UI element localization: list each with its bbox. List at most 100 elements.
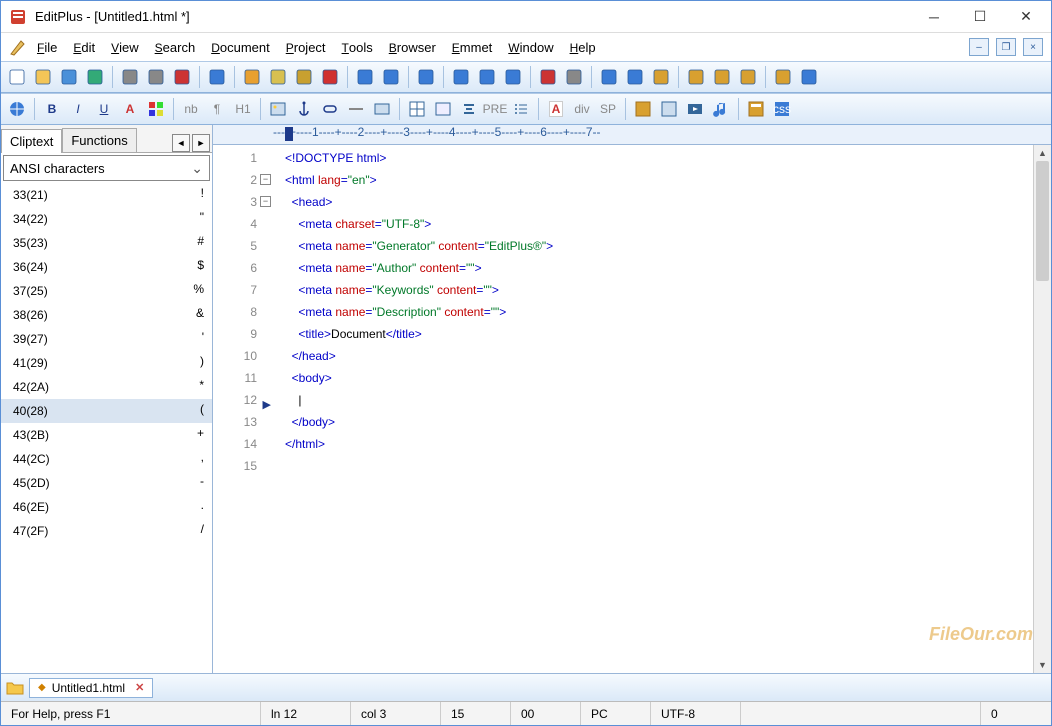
center-button[interactable] [457,97,481,121]
char-list[interactable]: 33(21)!34(22)"35(23)#36(24)$37(25)%38(26… [1,183,212,673]
copy-button[interactable] [266,65,290,89]
menu-emmet[interactable]: Emmet [446,38,499,57]
menu-file[interactable]: File [31,38,63,57]
save-button[interactable] [57,65,81,89]
menu-document[interactable]: Document [205,38,276,57]
split-button[interactable] [710,65,734,89]
bookmark-button[interactable] [475,65,499,89]
char-item[interactable]: 41(29)) [1,351,212,375]
hex-button[interactable] [562,65,586,89]
pre-button[interactable]: PRE [483,97,507,121]
menu-view[interactable]: View [105,38,145,57]
tab-functions[interactable]: Functions [62,128,136,153]
css-button[interactable]: css [770,97,794,121]
char-item[interactable]: 47(2F)/ [1,519,212,543]
fold-toggle[interactable]: − [260,174,271,185]
italic-button[interactable]: I [66,97,90,121]
cliptext-combo[interactable]: ANSI characters [3,155,210,181]
char-item[interactable]: 45(2D)- [1,471,212,495]
vertical-scrollbar[interactable]: ▲▼ [1033,145,1051,673]
folder-icon[interactable] [5,678,25,698]
char-item[interactable]: 34(22)" [1,207,212,231]
char-item[interactable]: 39(27)' [1,327,212,351]
cut-button[interactable] [240,65,264,89]
char-item[interactable]: 33(21)! [1,183,212,207]
word-button[interactable] [449,65,473,89]
char-item[interactable]: 37(25)% [1,279,212,303]
menu-window[interactable]: Window [502,38,559,57]
fontcolor-button[interactable]: A [118,97,142,121]
video-button[interactable] [683,97,707,121]
script-button[interactable]: A [544,97,568,121]
template-button[interactable] [744,97,768,121]
underline-button[interactable]: U [92,97,116,121]
indent-button[interactable] [623,65,647,89]
form-button[interactable] [431,97,455,121]
tab-prev-button[interactable]: ◄ [172,134,190,152]
menu-help[interactable]: Help [564,38,602,57]
anchor-button[interactable] [292,97,316,121]
undo-button[interactable] [353,65,377,89]
hr-button[interactable] [344,97,368,121]
char-item[interactable]: 44(2C), [1,447,212,471]
char-item[interactable]: 35(23)# [1,231,212,255]
paste-button[interactable] [292,65,316,89]
menu-edit[interactable]: Edit [67,38,101,57]
mdi-minimize-button[interactable]: – [969,38,989,56]
fold-toggle[interactable]: − [260,196,271,207]
palette-button[interactable] [144,97,168,121]
link-button[interactable] [318,97,342,121]
print-button[interactable] [118,65,142,89]
tab-cliptext[interactable]: Cliptext [1,129,62,153]
char-item[interactable]: 46(2E). [1,495,212,519]
minimize-button[interactable]: ─ [911,2,957,32]
new-button[interactable] [5,65,29,89]
mdi-restore-button[interactable]: ❐ [996,38,1016,56]
spell-button[interactable] [170,65,194,89]
menu-tools[interactable]: Tools [336,38,379,57]
char-item[interactable]: 40(28)( [1,399,212,423]
globe-button[interactable] [5,97,29,121]
char-item[interactable]: 42(2A)* [1,375,212,399]
span-button[interactable]: SP [596,97,620,121]
menu-browser[interactable]: Browser [383,38,442,57]
div-button[interactable]: div [570,97,594,121]
cols-button[interactable] [649,65,673,89]
bold-button[interactable]: B [40,97,64,121]
para-button[interactable]: ¶ [205,97,229,121]
comment-button[interactable] [370,97,394,121]
code-editor[interactable]: 12−3−456789101112▶131415 <!DOCTYPE html>… [213,145,1051,673]
preview-button[interactable] [144,65,168,89]
nbsp-button[interactable]: nb [179,97,203,121]
tab-next-button[interactable]: ► [192,134,210,152]
menu-search[interactable]: Search [149,38,202,57]
image-button[interactable] [266,97,290,121]
table-button[interactable] [405,97,429,121]
saveall-button[interactable] [83,65,107,89]
char-item[interactable]: 38(26)& [1,303,212,327]
dir-button[interactable] [771,65,795,89]
obj2-button[interactable] [657,97,681,121]
open-button[interactable] [31,65,55,89]
goto-button[interactable] [501,65,525,89]
char-item[interactable]: 43(2B)+ [1,423,212,447]
redo-button[interactable] [379,65,403,89]
help-button[interactable] [797,65,821,89]
mdi-close-button[interactable]: × [1023,38,1043,56]
maximize-button[interactable]: ☐ [957,2,1003,32]
heading-button[interactable]: H1 [231,97,255,121]
audio-button[interactable] [709,97,733,121]
menu-project[interactable]: Project [280,38,332,57]
tab-close-icon[interactable]: ✕ [135,681,144,694]
delete-button[interactable] [318,65,342,89]
find-button[interactable] [414,65,438,89]
list-button[interactable] [509,97,533,121]
char-item[interactable]: 36(24)$ [1,255,212,279]
wrap-button[interactable] [597,65,621,89]
browser-button[interactable] [205,65,229,89]
obj1-button[interactable] [631,97,655,121]
file-tab[interactable]: ◆ Untitled1.html ✕ [29,678,153,698]
font-button[interactable] [536,65,560,89]
close-button[interactable]: ✕ [1003,2,1049,32]
tile-button[interactable] [736,65,760,89]
